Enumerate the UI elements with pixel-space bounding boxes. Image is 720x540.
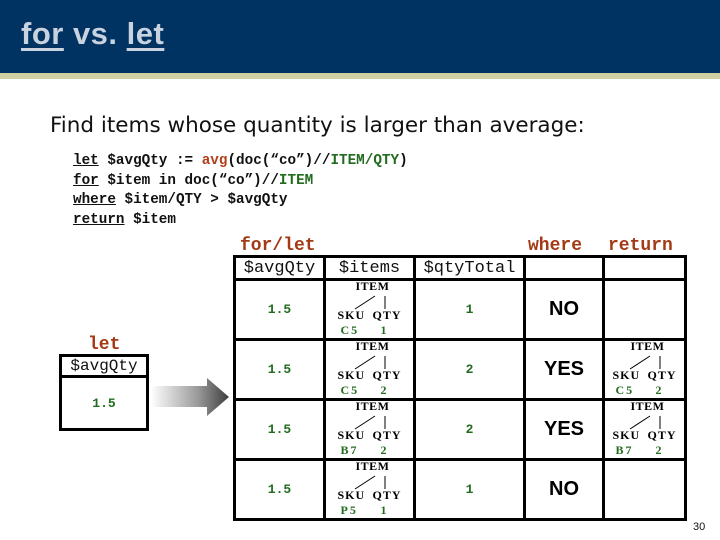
cell-avgqty: 1.5 [233, 398, 326, 461]
cell-item: ITEM SKU QTY C5 1 [323, 278, 416, 341]
item-tree: ITEM SKU QTY C5 2 [335, 339, 405, 398]
col-header-qtytotal: $qtyTotal [413, 255, 526, 281]
subtitle: Find items whose quantity is larger than… [50, 113, 585, 138]
cell-where-result: NO [523, 278, 605, 341]
code-text: (doc(“co”)// [227, 153, 331, 169]
tree-node-qty: QTY [372, 308, 402, 322]
tree-value-qty: 2 [380, 383, 387, 397]
keyword-return: return [73, 211, 125, 228]
cell-return [602, 458, 687, 521]
label-let: let [88, 335, 121, 355]
cell-qtytotal: 1 [413, 458, 526, 521]
page-number: 30 [693, 521, 706, 533]
cell-where-result: YES [523, 398, 605, 461]
let-box-header: $avgQty [59, 354, 149, 378]
code-text: $item/QTY > $avgQty [115, 192, 288, 208]
slide-title: for vs. let [21, 16, 164, 52]
tree-node-sku: SKU [612, 428, 641, 442]
code-text: ) [399, 153, 408, 169]
item-tree: ITEM SKU QTY P5 1 [335, 459, 405, 518]
col-header-items: $items [323, 255, 416, 281]
tree-node-qty: QTY [372, 488, 402, 502]
let-box-value: 1.5 [59, 375, 149, 431]
let-binding-box: $avgQty 1.5 [59, 354, 149, 431]
right-arrow-icon [151, 378, 229, 416]
table-header-row: $avgQty $items $qtyTotal [233, 255, 687, 281]
col-header-avgqty: $avgQty [233, 255, 326, 281]
keyword-where: where [73, 192, 116, 208]
table-row: 1.5 ITEM SKU QTY P5 1 1 NO [233, 458, 687, 521]
tree-node-qty: QTY [372, 428, 402, 442]
cell-item: ITEM SKU QTY P5 1 [323, 458, 416, 521]
cell-item: ITEM SKU QTY C5 2 [323, 338, 416, 401]
label-where: where [528, 236, 583, 256]
tree-value-qty: 2 [655, 383, 662, 397]
tree-node-sku: SKU [337, 488, 366, 502]
code-line-for: for $item in doc(“co”)//ITEM [73, 172, 408, 192]
item-tree: ITEM SKU QTY B7 2 [610, 399, 680, 458]
function-avg: avg [201, 153, 228, 169]
cell-qtytotal: 2 [413, 338, 526, 401]
tuple-stream-table: $avgQty $items $qtyTotal 1.5 ITEM SKU QTY C5… [233, 255, 687, 521]
tree-node-sku: SKU [612, 368, 641, 382]
col-header-where [523, 255, 605, 281]
cell-qtytotal: 2 [413, 398, 526, 461]
code-line-return: return $item [73, 211, 408, 231]
title-let: let [126, 16, 165, 51]
tree-node-sku: SKU [337, 308, 366, 322]
keyword-let: let [73, 153, 99, 169]
tree-node-qty: QTY [372, 368, 402, 382]
tree-value-sku: C5 [340, 383, 360, 397]
path-item: ITEM [278, 172, 314, 189]
cell-avgqty: 1.5 [233, 338, 326, 401]
item-tree: ITEM SKU QTY C5 1 [335, 279, 405, 338]
tree-value-sku: P5 [340, 503, 358, 517]
tree-node-sku: SKU [337, 428, 366, 442]
tree-value-qty: 2 [655, 443, 662, 457]
title-for: for [21, 16, 64, 51]
code-line-where: where $item/QTY > $avgQty [73, 191, 408, 211]
cell-where-result: YES [523, 338, 605, 401]
code-text: $item in doc(“co”)// [98, 172, 279, 189]
cell-item: ITEM SKU QTY B7 2 [323, 398, 416, 461]
table-row: 1.5 ITEM SKU QTY C5 1 1 NO [233, 278, 687, 341]
path-item-qty: ITEM/QTY [330, 153, 400, 169]
code-text: $avgQty := [98, 153, 202, 169]
tree-value-qty: 1 [380, 503, 387, 517]
cell-return: ITEM SKU QTY B7 2 [602, 398, 687, 461]
item-tree: ITEM SKU QTY B7 2 [335, 399, 405, 458]
tree-node-qty: QTY [647, 428, 677, 442]
cell-return [602, 278, 687, 341]
tree-value-sku: C5 [615, 383, 635, 397]
tree-node-sku: SKU [337, 368, 366, 382]
col-header-return [602, 255, 687, 281]
table-row: 1.5 ITEM SKU QTY B7 2 2 YES ITEM SKU QTY B7 2 [233, 398, 687, 461]
cell-qtytotal: 1 [413, 278, 526, 341]
cell-where-result: NO [523, 458, 605, 521]
tree-value-sku: C5 [340, 323, 360, 337]
xquery-code-block: let $avgQty := avg(doc(“co”)//ITEM/QTY) … [73, 152, 408, 230]
label-for-let: for/let [240, 236, 316, 256]
tree-value-sku: B7 [615, 443, 634, 457]
table-row: 1.5 ITEM SKU QTY C5 2 2 YES ITEM SKU QTY C5 2 [233, 338, 687, 401]
cell-avgqty: 1.5 [233, 278, 326, 341]
tree-value-sku: B7 [340, 443, 359, 457]
label-return: return [608, 236, 673, 256]
item-tree: ITEM SKU QTY C5 2 [610, 339, 680, 398]
header-stripe [0, 73, 720, 79]
cell-avgqty: 1.5 [233, 458, 326, 521]
title-vs: vs. [63, 16, 127, 51]
tree-value-qty: 1 [380, 323, 387, 337]
code-text: $item [124, 211, 176, 228]
tree-node-qty: QTY [647, 368, 677, 382]
cell-return: ITEM SKU QTY C5 2 [602, 338, 687, 401]
tree-value-qty: 2 [380, 443, 387, 457]
code-line-let: let $avgQty := avg(doc(“co”)//ITEM/QTY) [73, 152, 408, 172]
keyword-for: for [73, 172, 99, 189]
